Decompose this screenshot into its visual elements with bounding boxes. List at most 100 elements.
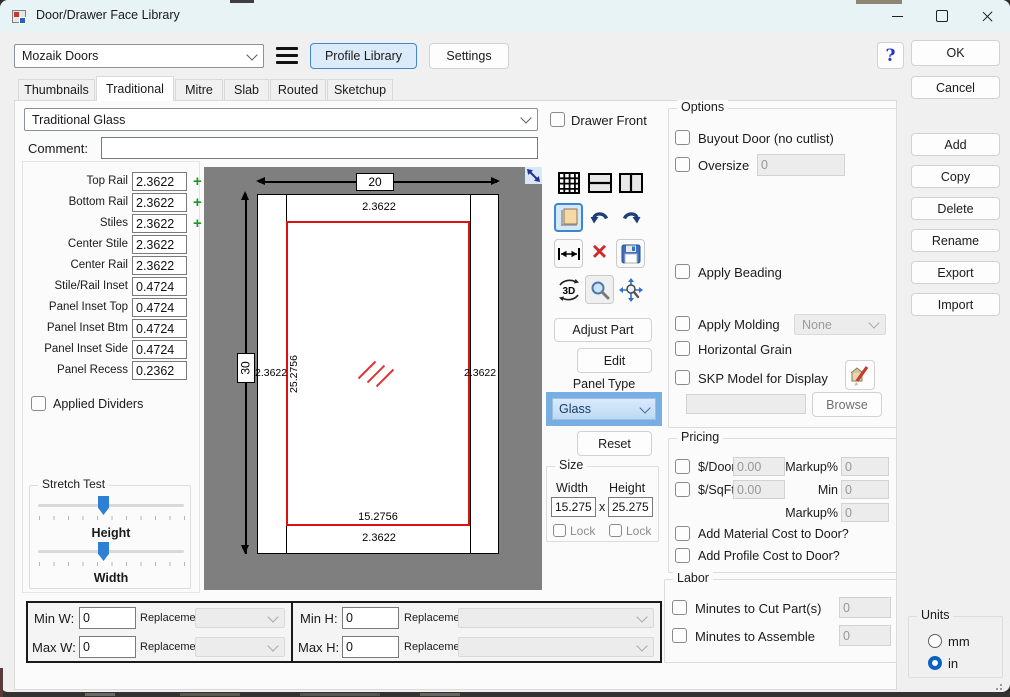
panel-select-button[interactable] [554,203,583,232]
menu-button[interactable] [275,45,300,68]
dimension-button[interactable] [554,239,583,268]
param-input[interactable] [132,319,187,338]
minimize-button[interactable] [874,0,920,32]
buyout-door-checkbox[interactable] [675,130,690,145]
reset-button[interactable]: Reset [577,431,652,456]
library-select[interactable]: Mozaik Doors [14,44,264,68]
param-input[interactable] [132,193,187,212]
height-slider-thumb[interactable] [98,496,109,515]
oversize-checkbox[interactable] [675,157,690,172]
oversize-input[interactable] [757,154,845,176]
applied-dividers-checkbox[interactable] [31,396,46,411]
add-button[interactable]: Add [911,133,1000,156]
horizontal-split-button[interactable] [585,168,614,197]
redo-button[interactable] [616,203,645,232]
help-button[interactable]: ? [877,42,904,69]
skp-model-icon-button[interactable] [845,360,875,390]
param-input[interactable] [132,340,187,359]
tab-routed[interactable]: Routed [270,79,326,101]
maximize-button[interactable] [919,0,965,32]
tab-traditional[interactable]: Traditional [96,76,174,101]
door-style-select[interactable]: Traditional Glass [24,108,538,131]
panel-type-select[interactable]: Glass [552,398,656,420]
min-h-replacement-select[interactable] [458,608,654,628]
tab-thumbnails[interactable]: Thumbnails [18,79,95,101]
max-w-replacement-select[interactable] [195,637,285,657]
horizontal-grain-label: Horizontal Grain [698,342,792,357]
units-mm-radio[interactable] [928,634,942,648]
markup2-input[interactable] [841,503,889,522]
undo-button[interactable] [585,203,614,232]
param-input[interactable] [132,277,187,296]
param-input[interactable] [132,214,187,233]
molding-select[interactable]: None [794,314,886,335]
export-button[interactable]: Export [911,261,1000,284]
profile-library-button[interactable]: Profile Library [310,43,417,69]
close-button[interactable] [964,0,1010,32]
markup1-input[interactable] [841,457,889,476]
grid-layout-button[interactable] [554,168,583,197]
lock-height-checkbox[interactable] [609,524,622,537]
units-in-radio[interactable] [928,656,942,670]
height-slider-track[interactable] [38,504,184,507]
width-slider-thumb[interactable] [98,542,109,561]
price-per-sqft-checkbox[interactable] [675,482,690,497]
adjust-part-button[interactable]: Adjust Part [554,318,652,342]
resize-handle-icon[interactable] [525,167,542,184]
min-w-replacement-select[interactable] [195,608,285,628]
pan-zoom-button[interactable] [616,275,645,304]
apply-molding-checkbox[interactable] [675,316,690,331]
price-per-door-input[interactable] [733,457,785,476]
view-3d-button[interactable]: 3D [554,275,583,304]
browse-button[interactable]: Browse [812,392,882,417]
width-slider-track[interactable] [38,550,184,553]
price-per-door-checkbox[interactable] [675,459,690,474]
add-material-cost-checkbox[interactable] [675,526,690,541]
min-price-input[interactable] [841,480,889,499]
minutes-to-assemble-input[interactable] [839,625,891,646]
lock-width-checkbox[interactable] [553,524,566,537]
param-input[interactable] [132,256,187,275]
horizontal-grain-checkbox[interactable] [675,341,690,356]
skp-model-checkbox[interactable] [675,370,690,385]
tab-mitre[interactable]: Mitre [175,79,223,101]
zoom-button[interactable] [585,275,614,304]
param-add-button[interactable]: + [193,216,202,231]
delete-button[interactable]: Delete [911,197,1000,220]
drawer-front-checkbox[interactable] [550,112,565,127]
cancel-button[interactable]: Cancel [911,76,1000,99]
delete-panel-button[interactable]: × [585,239,614,268]
minutes-to-assemble-checkbox[interactable] [672,628,687,643]
param-add-button[interactable]: + [193,174,202,189]
import-button[interactable]: Import [911,293,1000,316]
ok-button[interactable]: OK [911,40,1000,66]
add-profile-cost-checkbox[interactable] [675,548,690,563]
settings-button[interactable]: Settings [429,43,509,69]
min-w-input[interactable] [79,607,136,629]
rename-button[interactable]: Rename [911,229,1000,252]
door-preview-canvas[interactable]: 20 30 2.3622 25.2756 15.2756 [204,167,542,590]
apply-beading-checkbox[interactable] [675,264,690,279]
max-w-input[interactable] [79,636,136,658]
skp-path-input[interactable] [686,394,806,414]
size-width-input[interactable] [551,497,596,517]
tab-slab[interactable]: Slab [224,79,269,101]
param-input[interactable] [132,361,187,380]
param-input[interactable] [132,172,187,191]
size-height-input[interactable] [608,497,653,517]
max-h-input[interactable] [342,636,399,658]
param-add-button[interactable]: + [193,195,202,210]
tab-sketchup[interactable]: Sketchup [327,79,393,101]
minutes-to-cut-input[interactable] [839,597,891,618]
copy-button[interactable]: Copy [911,165,1000,188]
param-input[interactable] [132,235,187,254]
price-per-sqft-input[interactable] [733,480,785,499]
param-input[interactable] [132,298,187,317]
max-h-replacement-select[interactable] [458,637,654,657]
edit-button[interactable]: Edit [577,348,652,373]
vertical-split-button[interactable] [616,168,645,197]
comment-input[interactable] [101,137,538,159]
min-h-input[interactable] [342,607,399,629]
save-button[interactable] [616,239,645,268]
minutes-to-cut-checkbox[interactable] [672,600,687,615]
